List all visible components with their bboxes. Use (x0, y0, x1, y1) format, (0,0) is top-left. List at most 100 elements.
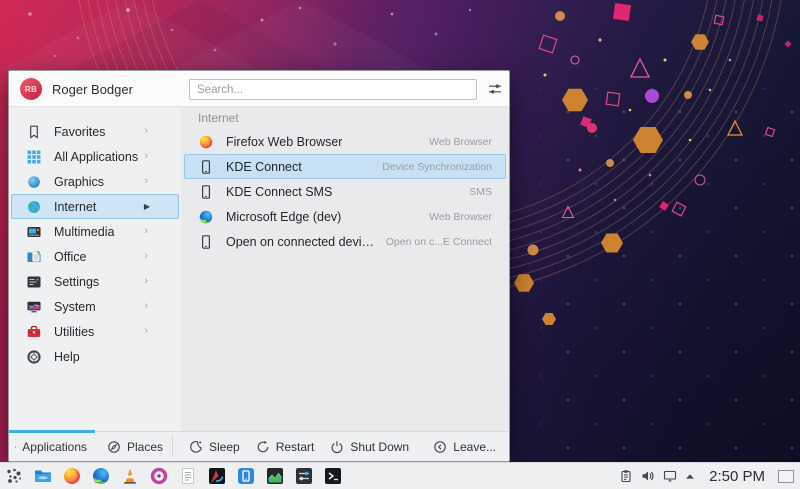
globe-icon (26, 199, 42, 215)
sidebar-item-label: Office (54, 249, 87, 264)
chevron-right-icon: › (144, 325, 148, 337)
firefox-icon (198, 134, 214, 150)
chevron-right-icon: › (144, 300, 148, 312)
app-row-kde-connect[interactable]: KDE Connect Device Synchronization (184, 154, 506, 179)
display-icon[interactable] (663, 469, 677, 483)
app-row-kde-connect-sms[interactable]: KDE Connect SMS SMS (184, 179, 506, 204)
sidebar-item-label: Graphics (54, 174, 105, 189)
tweaks-sliders-icon[interactable] (294, 466, 314, 486)
clipboard-icon[interactable] (619, 469, 633, 483)
compass-icon (108, 440, 120, 453)
sidebar-item-label: Multimedia (54, 224, 115, 239)
launcher-footer: Applications Places Sleep Restart Shut D… (9, 430, 509, 461)
tab-label: Applications (22, 439, 87, 454)
category-sidebar: Favorites › All Applications › Graphics … (9, 107, 181, 431)
sidebar-item-multimedia[interactable]: Multimedia › (11, 219, 179, 244)
sidebar-item-label: Help (54, 349, 80, 364)
firefox-taskbar-icon[interactable] (62, 466, 82, 486)
leave-label: Leave... (453, 439, 496, 454)
media-ring-app-icon[interactable] (149, 466, 169, 486)
sidebar-item-settings[interactable]: Settings › (11, 269, 179, 294)
configure-icon[interactable] (488, 82, 502, 96)
arrow-right-icon: ▶ (143, 201, 150, 211)
text-editor-icon[interactable] (178, 466, 198, 486)
tab-places[interactable]: Places (101, 432, 171, 461)
desktop: RB Roger Bodger Favorites › (0, 0, 800, 489)
app-name: KDE Connect SMS (226, 184, 333, 199)
sidebar-item-label: System (54, 299, 96, 314)
app-grid-icon (26, 149, 42, 165)
sidebar-item-internet[interactable]: Internet ▶ (11, 194, 179, 219)
kde-connect-taskbar-icon[interactable] (236, 466, 256, 486)
search-input[interactable] (189, 79, 477, 100)
digital-clock[interactable]: 2:50 PM (709, 468, 765, 485)
sidebar-item-all-applications[interactable]: All Applications › (11, 144, 179, 169)
system-monitor-icon[interactable] (265, 466, 285, 486)
volume-icon[interactable] (641, 469, 655, 483)
edge-dev-taskbar-icon[interactable]: DEV (91, 466, 111, 486)
moon-icon (190, 440, 202, 453)
application-launcher-icon[interactable] (4, 466, 24, 486)
smartphone-icon (198, 234, 214, 250)
media-icon (26, 224, 42, 240)
leave-icon (434, 440, 447, 453)
settings-icon (26, 274, 42, 290)
krita-icon[interactable] (207, 466, 227, 486)
app-subtitle: Open on c...E Connect (385, 235, 492, 248)
sidebar-item-graphics[interactable]: Graphics › (11, 169, 179, 194)
launcher-body: Favorites › All Applications › Graphics … (9, 107, 509, 431)
app-subtitle: Web Browser (429, 210, 492, 223)
sidebar-item-system[interactable]: System › (11, 294, 179, 319)
action-label: Restart (275, 439, 315, 454)
chevron-right-icon: › (144, 175, 148, 187)
file-manager-icon[interactable] (33, 466, 53, 486)
sidebar-item-help[interactable]: Help (11, 344, 179, 369)
chevron-right-icon: › (144, 225, 148, 237)
action-label: Shut Down (350, 439, 410, 454)
restart-button[interactable]: Restart (256, 439, 315, 454)
power-icon (331, 440, 343, 453)
application-launcher-menu: RB Roger Bodger Favorites › (8, 70, 510, 462)
app-row-microsoft-edge-dev[interactable]: DEV Microsoft Edge (dev) Web Browser (184, 204, 506, 229)
sleep-button[interactable]: Sleep (189, 440, 240, 454)
app-subtitle: Web Browser (429, 135, 492, 148)
sidebar-item-favorites[interactable]: Favorites › (11, 119, 179, 144)
action-label: Sleep (209, 439, 240, 454)
restart-icon (257, 440, 269, 452)
footer-separator (172, 436, 173, 457)
sidebar-item-office[interactable]: Office › (11, 244, 179, 269)
svg-text:DEV: DEV (95, 479, 101, 483)
system-tray: 2:50 PM (619, 468, 800, 485)
application-list: Internet Firefox Web Browser Web Browser… (181, 107, 509, 431)
life-ring-icon (26, 349, 42, 365)
chevron-right-icon: › (144, 250, 148, 262)
sidebar-item-label: Internet (54, 199, 97, 214)
taskbar: DEV 2:50 PM (0, 462, 800, 489)
user-name: Roger Bodger (52, 81, 133, 97)
avatar[interactable]: RB (20, 78, 42, 100)
session-actions: Sleep Restart Shut Down (189, 432, 409, 461)
smartphone-icon (198, 159, 214, 175)
toolbox-icon (26, 324, 42, 340)
expand-tray-caret-up-icon[interactable] (685, 473, 695, 480)
sidebar-item-label: Settings (54, 274, 100, 289)
show-desktop-button[interactable] (778, 469, 794, 483)
app-name: Microsoft Edge (dev) (226, 209, 342, 224)
sidebar-item-label: Utilities (54, 324, 95, 339)
app-row-firefox[interactable]: Firefox Web Browser Web Browser (184, 129, 506, 154)
konsole-icon[interactable] (323, 466, 343, 486)
folder-document-icon (26, 249, 42, 265)
taskbar-app-icons: DEV (0, 466, 343, 486)
chevron-right-icon: › (144, 275, 148, 287)
tab-label: Places (127, 439, 164, 454)
shut-down-button[interactable]: Shut Down (330, 440, 409, 454)
sidebar-item-label: All Applications (54, 149, 139, 164)
app-row-open-on-connected-device[interactable]: Open on connected device via KDE Connect… (184, 229, 506, 254)
chevron-right-icon: › (144, 150, 148, 162)
vlc-icon[interactable] (120, 466, 140, 486)
svg-text:DEV: DEV (201, 219, 206, 222)
leave-button[interactable]: Leave... (433, 432, 496, 461)
tab-applications[interactable]: Applications (9, 430, 95, 461)
sidebar-item-utilities[interactable]: Utilities › (11, 319, 179, 344)
app-name: Firefox Web Browser (226, 134, 343, 149)
